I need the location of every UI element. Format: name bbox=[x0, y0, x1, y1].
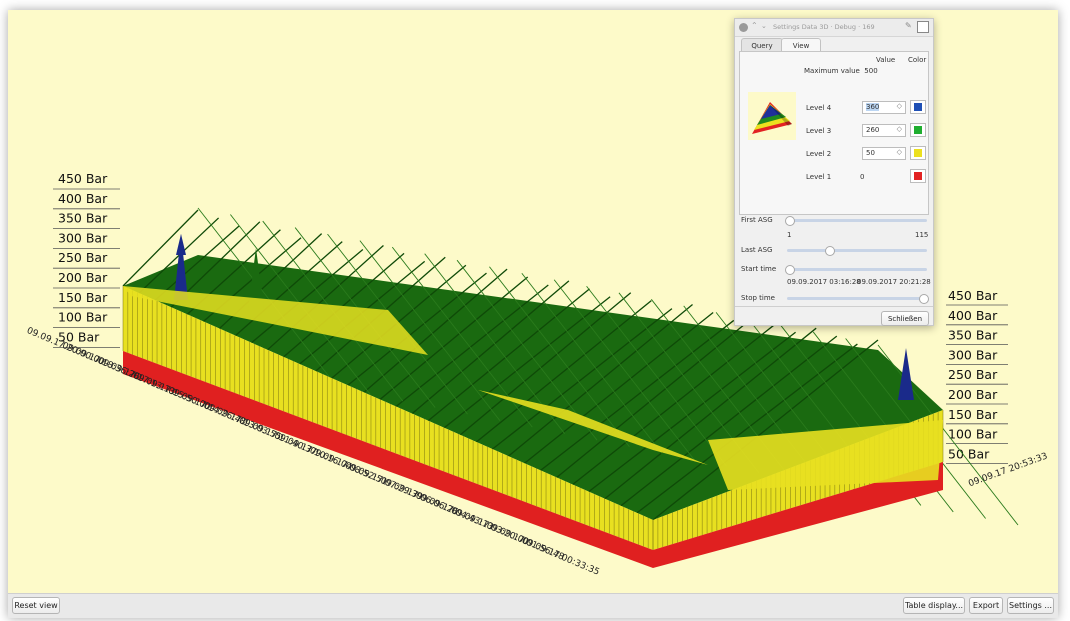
pin-icon[interactable]: ✎ bbox=[905, 21, 912, 30]
level-2-value-input[interactable]: 50 ◇ bbox=[862, 147, 906, 160]
tab-query[interactable]: Query bbox=[741, 38, 783, 52]
start-time-label: Start time bbox=[741, 265, 777, 273]
left-tick-label: 200 Bar bbox=[58, 270, 108, 285]
level-3-value: 260 bbox=[866, 126, 880, 134]
left-tick-label: 350 Bar bbox=[58, 211, 108, 226]
last-asg-label: Last ASG bbox=[741, 246, 773, 254]
level-2-color-button[interactable] bbox=[910, 146, 926, 160]
level-preview-icon bbox=[748, 92, 796, 140]
tab-view-label: View bbox=[792, 41, 810, 50]
tab-view[interactable]: View bbox=[781, 38, 821, 52]
level-4-color-button[interactable] bbox=[910, 100, 926, 114]
left-tick-label: 150 Bar bbox=[58, 290, 108, 305]
level-2-value: 50 bbox=[866, 149, 875, 157]
level-1-color-swatch bbox=[914, 172, 922, 180]
start-time-slider-handle[interactable] bbox=[785, 265, 795, 275]
first-asg-slider-handle[interactable] bbox=[785, 216, 795, 226]
right-tick-label: 400 Bar bbox=[948, 308, 998, 323]
right-tick-label: 350 Bar bbox=[948, 328, 998, 343]
last-asg-slider[interactable] bbox=[787, 249, 927, 252]
value-column-header: Value bbox=[876, 56, 896, 64]
stop-time-slider[interactable] bbox=[787, 297, 927, 300]
max-value: 500 bbox=[864, 67, 878, 75]
spin-arrows-icon[interactable]: ◇ bbox=[897, 148, 902, 156]
level-4-value: 360 bbox=[866, 103, 880, 111]
level-1-value: 0 bbox=[860, 173, 865, 181]
first-asg-min: 1 bbox=[787, 231, 792, 239]
level-3-color-swatch bbox=[914, 126, 922, 134]
tab-query-label: Query bbox=[751, 41, 773, 50]
right-tick-label: 100 Bar bbox=[948, 427, 998, 442]
max-value-label: Maximum value 500 bbox=[804, 67, 878, 75]
right-tick-label: 450 Bar bbox=[948, 288, 998, 303]
left-tick-label: 250 Bar bbox=[58, 250, 108, 265]
first-asg-max: 115 bbox=[915, 231, 929, 239]
dialog-titlebar: ⌃ ⌄ Settings Data 3D · Debug · 169 ✎ bbox=[735, 19, 933, 37]
app-window: 450 Bar 400 Bar 350 Bar 300 Bar 250 Bar 200 B… bbox=[8, 10, 1058, 618]
level-4-label: Level 4 bbox=[806, 104, 832, 112]
window-icon[interactable] bbox=[917, 21, 929, 33]
settings-dialog: ⌃ ⌄ Settings Data 3D · Debug · 169 ✎ Que… bbox=[734, 18, 934, 326]
left-axis: 450 Bar 400 Bar 350 Bar 300 Bar 250 Bar 200 B… bbox=[53, 171, 120, 348]
stop-time-label: Stop time bbox=[741, 294, 775, 302]
level-1-color-button[interactable] bbox=[910, 169, 926, 183]
settings-button[interactable]: Settings ... bbox=[1007, 597, 1054, 614]
level-4-value-input[interactable]: 360 ◇ bbox=[862, 101, 906, 114]
color-column-header: Color bbox=[908, 56, 927, 64]
dialog-title: Settings Data 3D · Debug · 169 bbox=[773, 23, 875, 31]
level-3-label: Level 3 bbox=[806, 127, 832, 135]
chevron-up-icon[interactable]: ⌃ bbox=[751, 21, 758, 30]
last-asg-slider-handle[interactable] bbox=[825, 246, 836, 256]
level-2-label: Level 2 bbox=[806, 150, 832, 158]
time-range-start: 09.09.2017 03:16:28 bbox=[787, 278, 861, 286]
table-display-button[interactable]: Table display... bbox=[903, 597, 965, 614]
peak-left-top bbox=[176, 234, 186, 255]
time-range-end: 09.09.2017 20:21:28 bbox=[857, 278, 931, 286]
right-axis: 450 Bar 400 Bar 350 Bar 300 Bar 250 Bar 200 B… bbox=[946, 288, 1008, 464]
level-3-color-button[interactable] bbox=[910, 123, 926, 137]
left-tick-label: 400 Bar bbox=[58, 191, 108, 206]
close-window-icon[interactable] bbox=[739, 23, 748, 32]
export-button[interactable]: Export bbox=[969, 597, 1003, 614]
right-tick-label: 300 Bar bbox=[948, 347, 998, 362]
right-tick-label: 50 Bar bbox=[948, 446, 990, 461]
reset-view-button[interactable]: Reset view bbox=[12, 597, 60, 614]
spin-arrows-icon[interactable]: ◇ bbox=[897, 102, 902, 110]
first-asg-slider[interactable] bbox=[787, 219, 927, 222]
stop-time-slider-handle[interactable] bbox=[919, 294, 929, 304]
right-tick-label: 150 Bar bbox=[948, 407, 998, 422]
right-tick-label: 250 Bar bbox=[948, 367, 998, 382]
start-time-slider[interactable] bbox=[787, 268, 927, 271]
left-tick-label: 100 Bar bbox=[58, 310, 108, 325]
level-3-value-input[interactable]: 260 ◇ bbox=[862, 124, 906, 137]
level-2-color-swatch bbox=[914, 149, 922, 157]
bottom-toolbar: Reset view Table display... Export Setti… bbox=[8, 593, 1058, 618]
level-4-color-swatch bbox=[914, 103, 922, 111]
level-1-label: Level 1 bbox=[806, 173, 832, 181]
right-tick-label: 200 Bar bbox=[948, 387, 998, 402]
spin-arrows-icon[interactable]: ◇ bbox=[897, 125, 902, 133]
divider bbox=[735, 306, 933, 307]
close-dialog-button[interactable]: Schließen bbox=[881, 311, 929, 326]
left-tick-label: 450 Bar bbox=[58, 171, 108, 186]
left-tick-label: 300 Bar bbox=[58, 230, 108, 245]
view-tab-panel: Value Color Maximum value 500 Level 4 36… bbox=[739, 51, 929, 215]
first-asg-label: First ASG bbox=[741, 216, 773, 224]
chevron-down-icon[interactable]: ⌄ bbox=[761, 22, 767, 30]
